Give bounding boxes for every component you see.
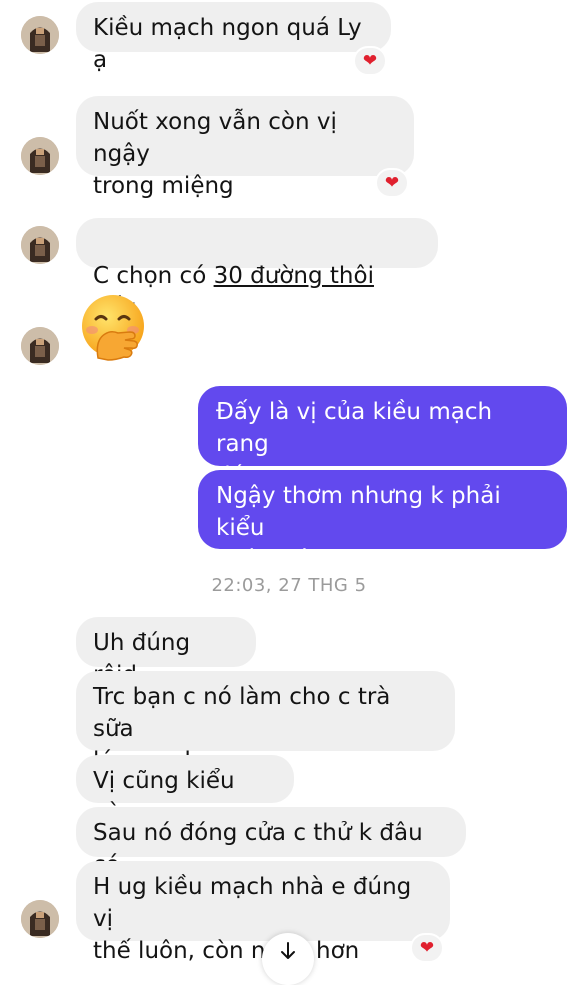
- scroll-to-bottom-button[interactable]: [262, 933, 314, 985]
- message-text: C chọn có: [93, 263, 214, 289]
- heart-reaction[interactable]: ❤: [353, 46, 387, 76]
- avatar-icon[interactable]: [21, 137, 59, 175]
- avatar-icon[interactable]: [21, 226, 59, 264]
- heart-reaction[interactable]: ❤: [375, 168, 409, 198]
- heart-icon: ❤: [384, 172, 400, 193]
- avatar-icon[interactable]: [21, 900, 59, 938]
- heart-icon: ❤: [362, 50, 378, 71]
- incoming-message[interactable]: Uh đúng rôid: [76, 617, 256, 688]
- face-with-hand-over-mouth-emoji[interactable]: [78, 292, 148, 362]
- avatar-icon[interactable]: [21, 327, 59, 365]
- arrow-down-icon: [281, 942, 295, 959]
- incoming-message[interactable]: Sau nó đóng cửa c thử k đâu có: [76, 807, 466, 878]
- incoming-message[interactable]: Kiều mạch ngon quá Ly ạ: [76, 2, 391, 73]
- avatar-icon[interactable]: [21, 16, 59, 54]
- outgoing-message[interactable]: Ngậy thơm nhưng k phải kiểu ngậy béo sữa: [198, 470, 567, 573]
- incoming-message[interactable]: Vị cũng kiểu này: [76, 755, 294, 826]
- incoming-message[interactable]: Trc bạn c nó làm cho c trà sữa lúa mạch: [76, 671, 455, 774]
- message-link[interactable]: 30 đường thôi: [214, 263, 374, 289]
- outgoing-message[interactable]: Đấy là vị của kiều mạch rang đó ạ: [198, 386, 567, 489]
- incoming-message[interactable]: Nuốt xong vẫn còn vị ngậy trong miệng: [76, 96, 414, 199]
- incoming-message[interactable]: H ug kiều mạch nhà e đúng vị thế luôn, c…: [76, 861, 450, 964]
- heart-icon: ❤: [419, 937, 435, 958]
- heart-reaction[interactable]: ❤: [410, 933, 444, 963]
- incoming-message[interactable]: C chọn có 30 đường thôi đấy: [76, 218, 438, 321]
- timestamp: 22:03, 27 THG 5: [211, 575, 367, 596]
